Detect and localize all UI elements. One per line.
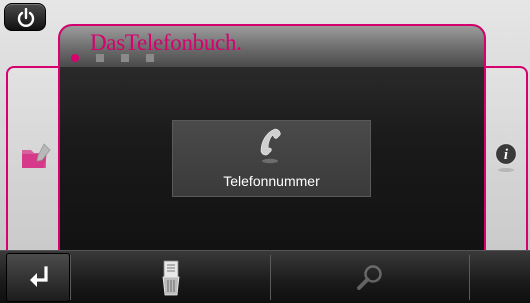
left-panel [6,66,60,252]
phone-number-label: Telefonnummer [223,173,320,189]
power-icon [17,8,35,27]
page-indicator [71,54,154,62]
page-dot-4 [146,54,154,62]
toolbar-divider [70,255,71,300]
search-button[interactable] [271,251,468,303]
folder-edit-icon[interactable] [20,142,54,172]
content-area: Telefonnummer [60,67,484,250]
return-arrow-icon [30,266,48,287]
power-button[interactable] [4,3,46,31]
info-icon[interactable]: i [494,142,518,174]
main-panel: DasTelefonbuch. Telefonnummer [58,24,486,252]
page-dot-1 [71,54,79,62]
header-bar: DasTelefonbuch. [60,26,484,67]
right-panel: i [484,66,528,252]
page-dot-3 [121,54,129,62]
delete-list-icon [162,260,180,296]
delete-button[interactable] [72,251,269,303]
back-button[interactable] [6,253,70,302]
search-icon [357,265,382,290]
app-title: DasTelefonbuch. [90,30,242,55]
phone-number-button[interactable]: Telefonnummer [172,120,371,197]
phone-icon [260,128,281,164]
page-dot-2 [96,54,104,62]
toolbar-empty-slot [470,251,530,303]
bottom-toolbar [0,250,530,303]
